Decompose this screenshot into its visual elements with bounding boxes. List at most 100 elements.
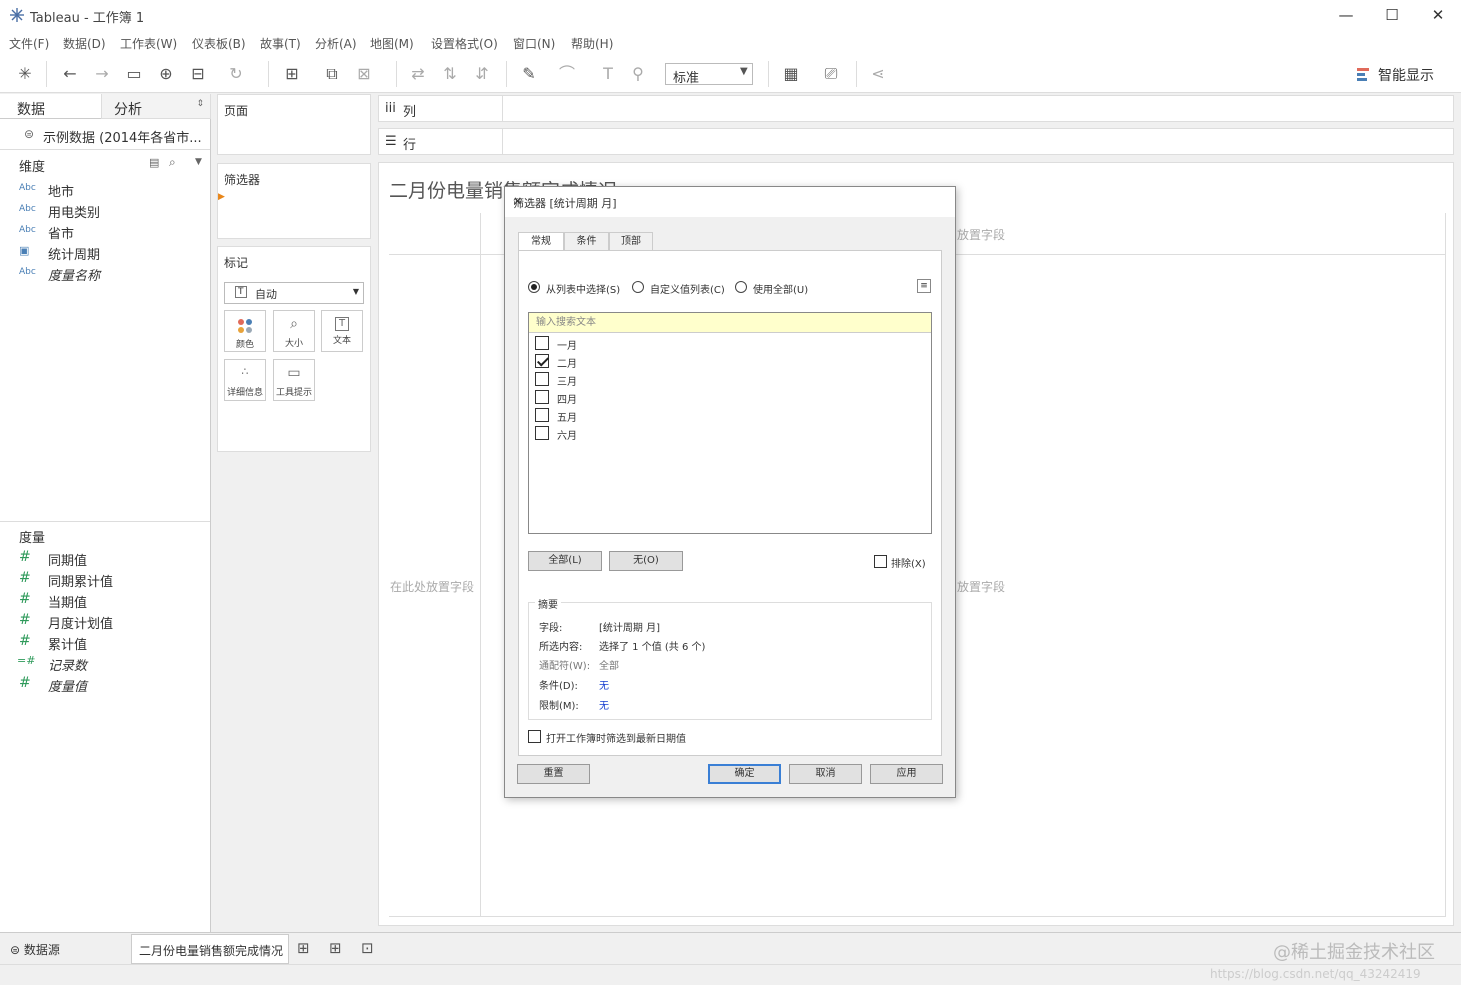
swap-icon[interactable]: ⇄	[408, 64, 428, 84]
new-worksheet-icon[interactable]: ⊞	[282, 64, 302, 84]
select-none-button[interactable]: 无(O)	[609, 551, 683, 571]
exclude-checkbox[interactable]	[874, 555, 887, 568]
limit-link[interactable]: 无	[599, 697, 609, 712]
ok-button[interactable]: 确定	[708, 764, 781, 784]
dimension-field[interactable]: Abc 度量名称	[19, 264, 209, 284]
close-button[interactable]: ✕	[1415, 4, 1461, 28]
list-item[interactable]: 一月	[535, 335, 915, 353]
measure-field[interactable]: # 月度计划值	[19, 612, 209, 632]
show-cards-icon[interactable]: ▦	[781, 64, 801, 84]
menu-format[interactable]: 设置格式(O)	[431, 35, 498, 52]
tableau-start-icon[interactable]: ✳	[15, 64, 35, 84]
select-all-button[interactable]: 全部(L)	[528, 551, 602, 571]
list-item[interactable]: 四月	[535, 389, 915, 407]
measure-field[interactable]: # 同期值	[19, 549, 209, 569]
tab-analysis[interactable]: 分析 ⇕	[101, 94, 211, 119]
save-icon[interactable]: ▭	[124, 64, 144, 84]
menu-worksheet[interactable]: 工作表(W)	[120, 35, 177, 52]
text-mark-button[interactable]: T 文本	[321, 310, 363, 352]
marks-drop-zone[interactable]: 放置字段	[957, 578, 1005, 595]
rows-shelf[interactable]: ☰ 行	[378, 128, 1454, 155]
tab-condition[interactable]: 条件	[564, 232, 609, 251]
reset-button[interactable]: 重置	[517, 764, 590, 784]
share-icon[interactable]: ⋖	[868, 64, 888, 84]
checkbox[interactable]	[535, 426, 549, 440]
checkbox[interactable]	[535, 336, 549, 350]
measure-field[interactable]: # 度量值	[19, 675, 209, 695]
new-datasource-icon[interactable]: ⊕	[156, 64, 176, 84]
list-item[interactable]: 六月	[535, 425, 915, 443]
search-input[interactable]	[529, 313, 931, 332]
tooltip-mark-button[interactable]: ▭ 工具提示	[273, 359, 315, 401]
highlight-icon[interactable]: ✎	[519, 64, 539, 84]
new-worksheet-icon[interactable]: ⊞	[297, 939, 310, 957]
list-item[interactable]: 二月	[535, 353, 915, 371]
color-mark-button[interactable]: 颜色	[224, 310, 266, 352]
pause-updates-icon[interactable]: ⊟	[188, 64, 208, 84]
chevron-down-icon[interactable]: ▼	[195, 157, 202, 167]
menu-window[interactable]: 窗口(N)	[513, 35, 555, 52]
columns-drop-zone[interactable]: 放置字段	[957, 226, 1005, 243]
menu-dashboard[interactable]: 仪表板(B)	[192, 35, 246, 52]
tab-sheet[interactable]: 二月份电量销售额完成情况	[131, 934, 289, 964]
sort-descending-icon[interactable]: ⇵	[472, 64, 492, 84]
measure-field[interactable]: # 累计值	[19, 633, 209, 653]
pages-card[interactable]: 页面	[217, 94, 371, 155]
fit-select[interactable]: 标准 ▼	[665, 63, 753, 86]
dimension-field[interactable]: Abc 用电类别	[19, 201, 209, 221]
list-item[interactable]: 五月	[535, 407, 915, 425]
menu-data[interactable]: 数据(D)	[63, 35, 106, 52]
tab-top[interactable]: 顶部	[609, 232, 653, 251]
measure-field[interactable]: # 当期值	[19, 591, 209, 611]
checkbox[interactable]	[535, 408, 549, 422]
menu-map[interactable]: 地图(M)	[370, 35, 414, 52]
latest-date-checkbox[interactable]	[528, 730, 541, 743]
datasource-item[interactable]: ⊜ 示例数据 (2014年各省市...	[0, 121, 210, 147]
dimension-field[interactable]: Abc 地市	[19, 180, 209, 200]
select-from-list-radio[interactable]	[528, 281, 540, 293]
filters-card[interactable]: 筛选器 ▶	[217, 163, 371, 239]
checkbox[interactable]	[535, 354, 549, 368]
dimension-field[interactable]: Abc 省市	[19, 222, 209, 242]
new-dashboard-icon[interactable]: ⊞	[329, 939, 342, 957]
search-icon[interactable]: ⌕	[169, 155, 176, 170]
mark-type-select[interactable]: T 自动 ▼	[224, 282, 364, 304]
dimension-field[interactable]: ▣ 统计周期	[19, 243, 209, 263]
size-mark-button[interactable]: ⌕ 大小	[273, 310, 315, 352]
redo-icon[interactable]: →	[92, 64, 112, 84]
checkbox[interactable]	[535, 390, 549, 404]
menu-analysis[interactable]: 分析(A)	[315, 35, 357, 52]
tab-general[interactable]: 常规	[518, 232, 564, 252]
minimize-button[interactable]: —	[1323, 4, 1369, 28]
sort-ascending-icon[interactable]: ⇅	[440, 64, 460, 84]
cancel-button[interactable]: 取消	[789, 764, 862, 784]
datasource-tab[interactable]: ⊜ 数据源	[10, 941, 60, 958]
rows-drop-zone[interactable]: 在此处放置字段	[390, 578, 474, 595]
clear-sheet-icon[interactable]: ⊠	[354, 64, 374, 84]
view-toggle-icon[interactable]: ▤	[149, 156, 159, 169]
group-icon[interactable]: ⌒	[557, 64, 577, 84]
close-icon[interactable]: ✕	[513, 195, 947, 208]
menu-file[interactable]: 文件(F)	[9, 35, 49, 52]
presentation-mode-icon[interactable]: ⎚	[821, 64, 841, 84]
tab-data[interactable]: 数据	[0, 94, 101, 119]
undo-icon[interactable]: ←	[60, 64, 80, 84]
columns-shelf[interactable]: iii 列	[378, 95, 1454, 122]
new-story-icon[interactable]: ⊡	[361, 939, 374, 957]
custom-list-radio[interactable]	[632, 281, 644, 293]
show-labels-icon[interactable]: T	[598, 64, 618, 84]
menu-story[interactable]: 故事(T)	[260, 35, 301, 52]
fix-axes-icon[interactable]: ⚲	[628, 64, 648, 84]
list-options-icon[interactable]: ≡	[917, 279, 931, 293]
measure-field[interactable]: # 同期累计值	[19, 570, 209, 590]
maximize-button[interactable]: ☐	[1369, 4, 1415, 28]
apply-button[interactable]: 应用	[870, 764, 943, 784]
list-item[interactable]: 三月	[535, 371, 915, 389]
refresh-icon[interactable]: ↻	[226, 64, 246, 84]
checkbox[interactable]	[535, 372, 549, 386]
menu-help[interactable]: 帮助(H)	[571, 35, 613, 52]
use-all-radio[interactable]	[735, 281, 747, 293]
detail-mark-button[interactable]: ∴ 详细信息	[224, 359, 266, 401]
condition-link[interactable]: 无	[599, 677, 609, 692]
duplicate-sheet-icon[interactable]: ⧉	[322, 64, 342, 84]
